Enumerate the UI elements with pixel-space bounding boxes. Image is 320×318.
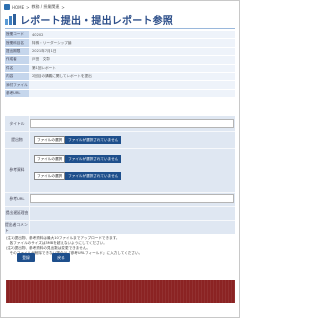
breadcrumb: HOME > 教務 / 授業関連 > bbox=[4, 3, 65, 11]
footer-banner bbox=[6, 280, 235, 303]
info-value bbox=[29, 89, 235, 98]
info-value: 戸田 文彰 bbox=[29, 56, 235, 64]
info-row: 提出期限 2021年7月1日 bbox=[5, 47, 235, 57]
info-value: 第1回レポート bbox=[29, 64, 235, 72]
info-row: 内容 2回目の講義に関してレポートを提出 bbox=[5, 72, 235, 82]
late-reason-input[interactable] bbox=[30, 208, 234, 218]
page-title: レポート提出・提出レポート参照 bbox=[20, 15, 173, 27]
reference-url-label: 参考URL bbox=[9, 196, 25, 201]
submit-file-status: ファイルが選択されていません bbox=[65, 136, 122, 144]
info-value: 40202 bbox=[29, 31, 235, 39]
breadcrumb-separator: > bbox=[61, 4, 65, 10]
title-input[interactable] bbox=[30, 119, 234, 128]
breadcrumb-home[interactable]: HOME bbox=[12, 5, 24, 10]
info-value bbox=[29, 81, 235, 89]
info-label: 件名 bbox=[5, 64, 29, 72]
reference-file-status: ファイルが選択されていません bbox=[65, 155, 122, 163]
info-label: 授業科目名 bbox=[5, 39, 29, 47]
home-icon[interactable] bbox=[4, 4, 10, 10]
form-row-late-reason: 提出遅延理由 bbox=[5, 207, 235, 219]
title-label: タイトル bbox=[9, 121, 25, 126]
info-row: 参考URL bbox=[5, 89, 235, 99]
form-row-reference-url: 参考URL bbox=[5, 193, 235, 205]
info-row: 授業科目名 特殊・リーダーシップ論 bbox=[5, 39, 235, 48]
info-label: 作成者 bbox=[5, 56, 29, 64]
info-row: 作成者 戸田 文彰 bbox=[5, 56, 235, 65]
info-value: 2021年7月1日 bbox=[29, 47, 235, 56]
submit-button[interactable]: 登録 bbox=[17, 253, 35, 262]
report-info-table: 授業コード 40202 授業科目名 特殊・リーダーシップ論 提出期限 2021年… bbox=[5, 31, 235, 99]
title-divider bbox=[5, 28, 235, 29]
submission-form: タイトル 提出物 ファイルの選択 ファイルが選択されていません 参考資料 ファイ… bbox=[5, 116, 235, 234]
info-label: 参考URL bbox=[5, 89, 29, 98]
submit-file-button[interactable]: ファイルの選択 bbox=[34, 136, 66, 144]
comment-label: 提出者コメント bbox=[5, 221, 28, 233]
info-row: 件名 第1回レポート bbox=[5, 64, 235, 73]
reference-file-picker-2: ファイルの選択 ファイルが選択されていません bbox=[34, 172, 122, 180]
info-value: 特殊・リーダーシップ論 bbox=[29, 39, 235, 47]
info-row: 授業コード 40202 bbox=[5, 31, 235, 40]
info-row: 添付ファイル bbox=[5, 81, 235, 90]
label-column-divider bbox=[29, 116, 30, 234]
reference-file-button[interactable]: ファイルの選択 bbox=[34, 155, 66, 163]
note-line: そのファイルが削除できない場合は「参考URLフィールド」に入力してください。 bbox=[6, 251, 143, 255]
reference-file-button[interactable]: ファイルの選択 bbox=[34, 172, 66, 180]
reference-file-status: ファイルが選択されていません bbox=[65, 172, 122, 180]
submit-file-picker: ファイルの選択 ファイルが選択されていません bbox=[34, 136, 122, 144]
comment-input[interactable] bbox=[30, 222, 234, 233]
info-label: 授業コード bbox=[5, 31, 29, 39]
breadcrumb-section[interactable]: 教務 / 授業関連 bbox=[32, 4, 60, 10]
info-label: 添付ファイル bbox=[5, 81, 29, 89]
page-header: レポート提出・提出レポート参照 bbox=[5, 12, 173, 27]
back-button[interactable]: 戻る bbox=[52, 253, 70, 262]
reference-file-picker-1: ファイルの選択 ファイルが選択されていません bbox=[34, 155, 122, 163]
form-row-reference-files: 参考資料 ファイルの選択 ファイルが選択されていません ファイルの選択 ファイル… bbox=[5, 149, 235, 191]
submit-file-label: 提出物 bbox=[11, 136, 23, 142]
form-notes: (注1)提出物、参考資料は最大10ファイルまでアップロードできます。 各ファイル… bbox=[6, 236, 234, 256]
form-row-title: タイトル bbox=[5, 118, 235, 130]
chart-icon bbox=[5, 13, 16, 25]
late-reason-label: 提出遅延理由 bbox=[5, 210, 29, 215]
reference-file-label: 参考資料 bbox=[9, 167, 25, 172]
info-value: 2回目の講義に関してレポートを提出 bbox=[29, 72, 235, 81]
info-label: 提出期限 bbox=[5, 47, 29, 56]
info-label: 内容 bbox=[5, 72, 29, 81]
reference-url-input[interactable] bbox=[30, 194, 234, 203]
form-row-comment: 提出者コメント bbox=[5, 221, 235, 234]
form-row-submit-file: 提出物 ファイルの選択 ファイルが選択されていません bbox=[5, 132, 235, 147]
breadcrumb-separator: > bbox=[26, 4, 30, 10]
